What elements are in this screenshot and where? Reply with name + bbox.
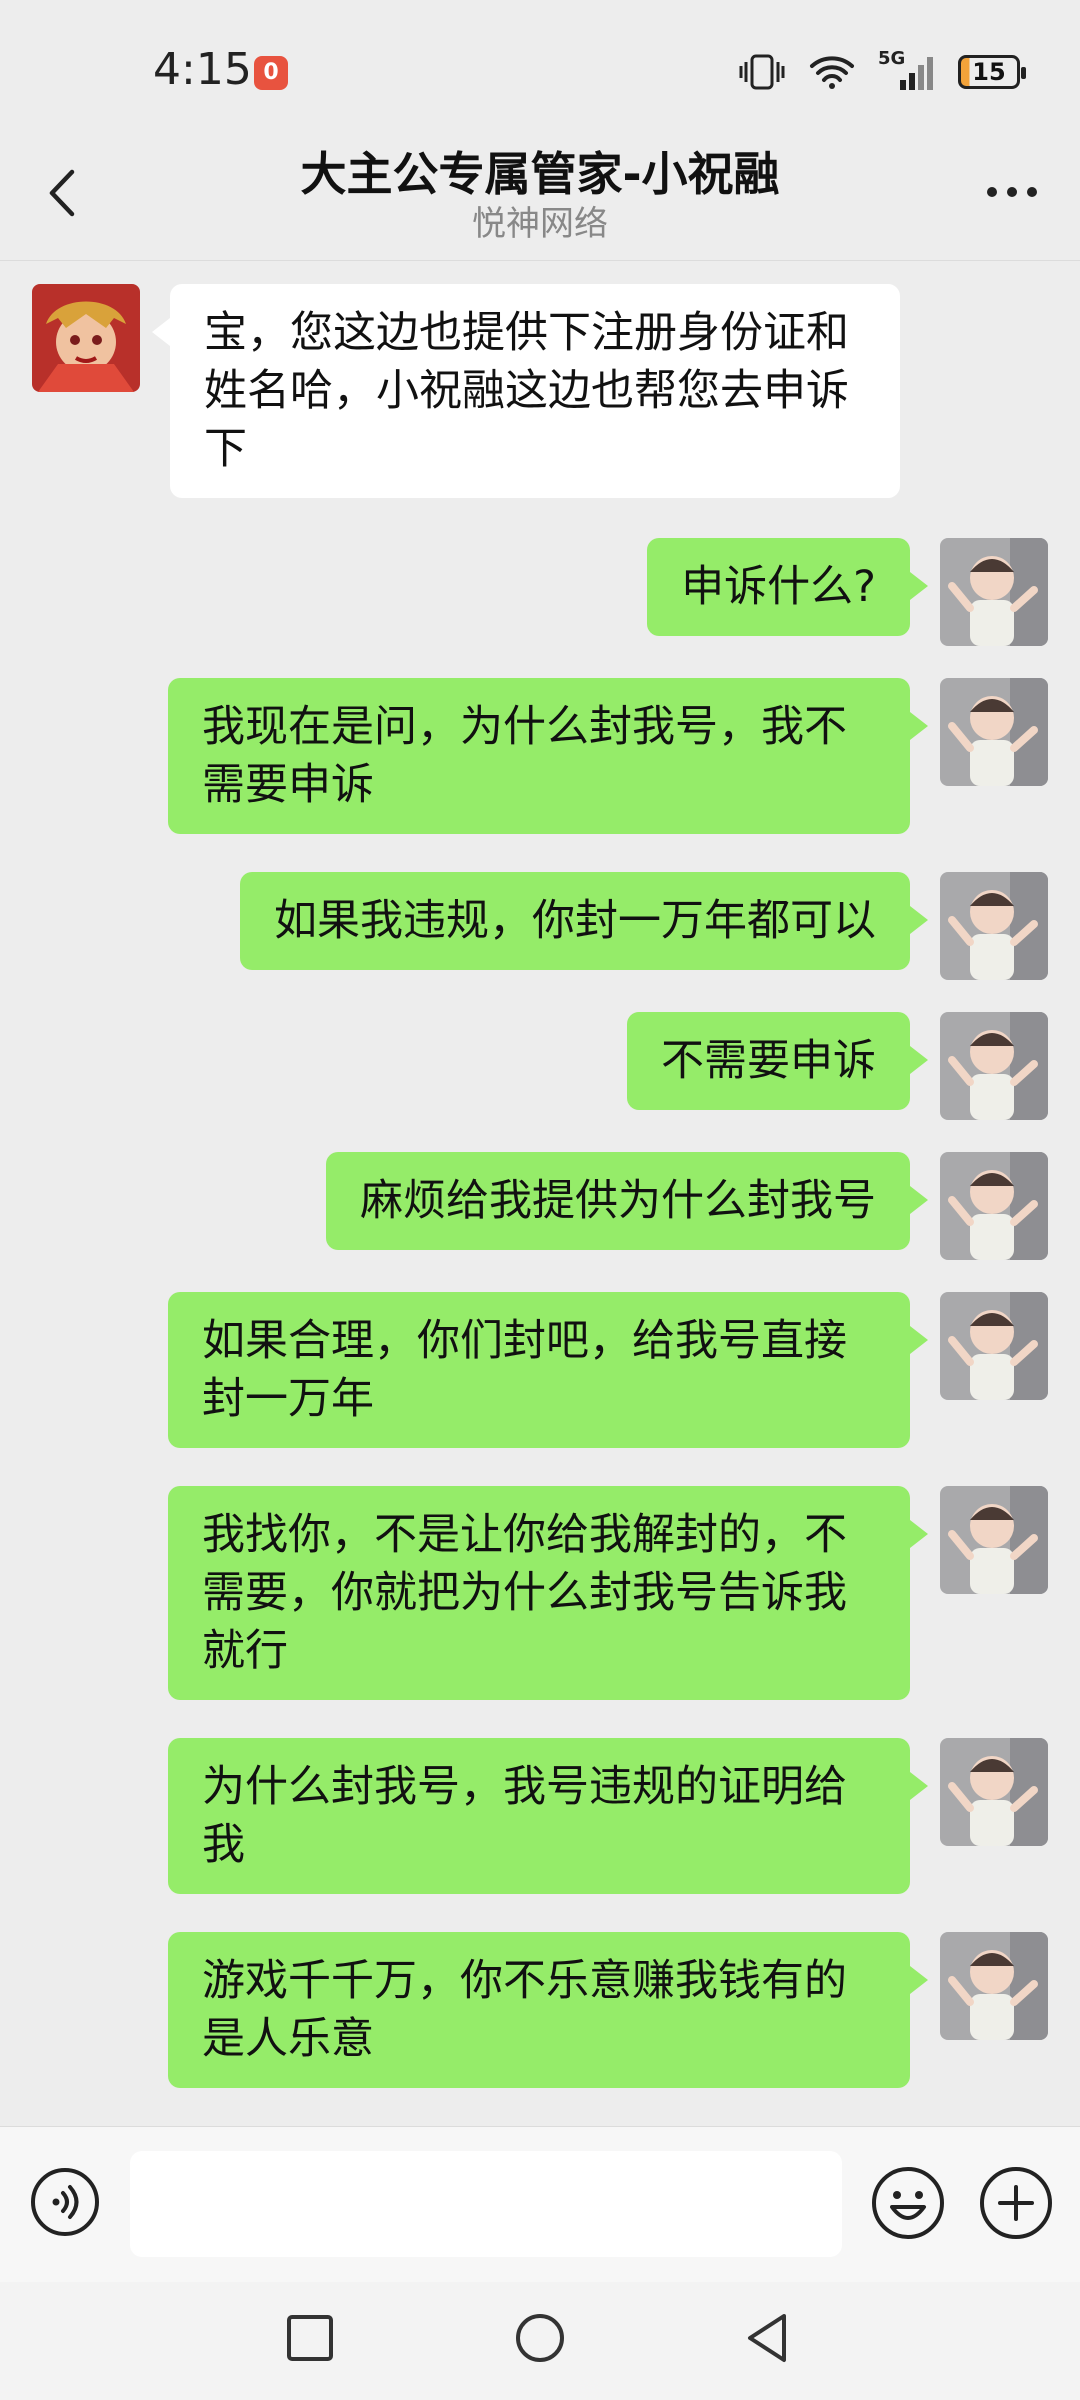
cell-signal-icon: 5G (878, 48, 936, 92)
user-avatar[interactable] (940, 1152, 1048, 1260)
vibrate-icon (739, 54, 785, 90)
battery-icon: 15 (958, 55, 1026, 89)
agent-avatar[interactable] (32, 284, 140, 392)
emoji-icon[interactable] (870, 2165, 946, 2241)
chat-title: 大主公专属管家-小祝融 (300, 147, 780, 201)
user-avatar[interactable] (940, 1486, 1048, 1594)
clock: 4:15 (153, 44, 252, 95)
notification-badge: 0 (254, 56, 288, 90)
user-avatar[interactable] (940, 872, 1048, 980)
user-avatar[interactable] (940, 1012, 1048, 1120)
home-icon[interactable] (512, 2310, 568, 2366)
status-bar: 4:15 0 5G 15 (0, 0, 1080, 120)
recent-apps-icon[interactable] (282, 2310, 338, 2366)
message-bubble[interactable]: 如果我违规，你封一万年都可以 (240, 872, 928, 970)
chat-header: 大主公专属管家-小祝融 悦神网络 (0, 120, 1080, 261)
input-bar (0, 2126, 1080, 2283)
message-bubble[interactable]: 为什么封我号，我号违规的证明给我 (168, 1738, 928, 1894)
message-bubble[interactable]: 我现在是问，为什么封我号，我不需要申诉 (168, 678, 928, 834)
message-bubble[interactable]: 如果合理，你们封吧，给我号直接封一万年 (168, 1292, 928, 1448)
message-bubble[interactable]: 宝，您这边也提供下注册身份证和姓名哈，小祝融这边也帮您去申诉下 (152, 284, 900, 498)
user-avatar[interactable] (940, 1932, 1048, 2040)
back-nav-icon[interactable] (740, 2310, 796, 2366)
more-options-icon[interactable] (984, 182, 1040, 202)
user-avatar[interactable] (940, 1292, 1048, 1400)
message-bubble[interactable]: 申诉什么? (647, 538, 928, 636)
message-bubble[interactable]: 不需要申诉 (627, 1012, 928, 1110)
user-avatar[interactable] (940, 538, 1048, 646)
wifi-icon (810, 56, 854, 89)
chat-subtitle: 悦神网络 (472, 204, 608, 244)
message-bubble[interactable]: 麻烦给我提供为什么封我号 (326, 1152, 928, 1250)
voice-input-icon[interactable] (30, 2167, 100, 2237)
system-icons: 5G 15 (738, 48, 1026, 96)
user-avatar[interactable] (940, 1738, 1048, 1846)
message-bubble[interactable]: 我找你，不是让你给我解封的，不需要，你就把为什么封我号告诉我就行 (168, 1486, 928, 1700)
user-avatar[interactable] (940, 678, 1048, 786)
message-input[interactable] (130, 2151, 842, 2257)
system-navigation-bar (0, 2282, 1080, 2400)
plus-icon[interactable] (978, 2165, 1054, 2241)
message-bubble[interactable]: 游戏千千万，你不乐意赚我钱有的是人乐意 (168, 1932, 928, 2088)
message-list[interactable]: 宝，您这边也提供下注册身份证和姓名哈，小祝融这边也帮您去申诉下 申诉什么? 我现… (0, 262, 1080, 2122)
